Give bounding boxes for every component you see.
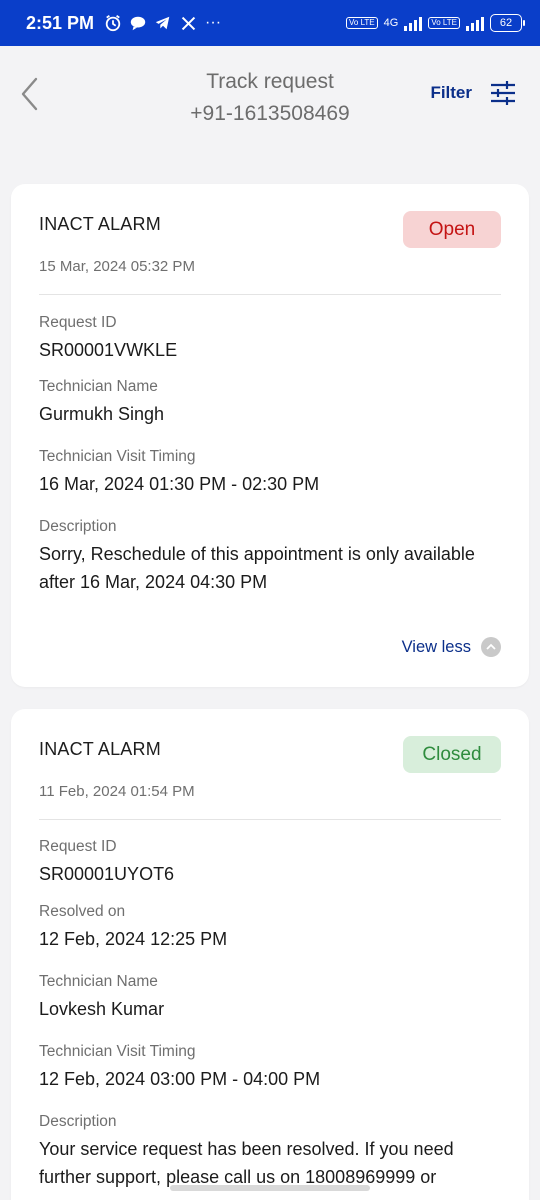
field-visit-timing: Technician Visit Timing 16 Mar, 2024 01:… — [39, 447, 501, 498]
field-label: Technician Name — [39, 378, 158, 395]
field-label: Request ID — [39, 314, 117, 331]
volte-badge-2: Vo LTE — [428, 17, 460, 29]
view-less-label: View less — [401, 637, 471, 656]
more-notifications-icon: ··· — [205, 14, 222, 31]
volte-badge-1: Vo LTE — [346, 17, 378, 29]
network-type: 4G — [383, 17, 399, 29]
field-label: Request ID — [39, 838, 117, 855]
request-date: 11 Feb, 2024 01:54 PM — [39, 783, 195, 800]
field-technician-name: Technician Name Gurmukh Singh — [39, 377, 501, 428]
chevron-up-icon — [481, 637, 501, 657]
signal-icon-2 — [466, 15, 484, 31]
field-value: 12 Feb, 2024 03:00 PM - 04:00 PM — [39, 1069, 321, 1089]
field-resolved-on: Resolved on 12 Feb, 2024 12:25 PM — [39, 902, 501, 953]
field-description: Description Your service request has bee… — [39, 1112, 501, 1191]
field-value: Gurmukh Singh — [39, 404, 165, 424]
service-title: INACT ALARM — [39, 739, 161, 759]
field-value: SR00001VWKLE — [39, 340, 178, 360]
sliders-icon — [491, 81, 515, 105]
field-label: Resolved on — [39, 903, 126, 920]
status-badge: Open — [403, 211, 501, 248]
view-less-button[interactable]: View less — [402, 637, 501, 657]
x-icon — [177, 12, 199, 34]
field-visit-timing: Technician Visit Timing 12 Feb, 2024 03:… — [39, 1042, 501, 1093]
app-header: Track request +91-1613508469 Filter — [0, 46, 540, 146]
field-request-id: Request ID SR00001UYOT6 — [39, 837, 501, 888]
request-card: INACT ALARM Closed 11 Feb, 2024 01:54 PM… — [11, 709, 529, 1200]
field-value: Your service request has been resolved. … — [39, 1139, 454, 1187]
filter-button[interactable]: Filter — [430, 80, 516, 106]
field-technician-name: Technician Name Lovkesh Kumar — [39, 972, 501, 1023]
status-time: 2:51 PM — [26, 12, 95, 33]
status-bar: 2:51 PM ··· Vo LTE 4G Vo LTE 62 — [0, 0, 540, 46]
request-date: 15 Mar, 2024 05:32 PM — [39, 258, 195, 275]
field-value: 16 Mar, 2024 01:30 PM - 02:30 PM — [39, 474, 320, 494]
telegram-icon — [152, 12, 174, 34]
status-right-group: Vo LTE 4G Vo LTE 62 — [346, 14, 525, 32]
field-label: Technician Visit Timing — [39, 1043, 196, 1060]
field-value: Sorry, Reschedule of this appointment is… — [39, 544, 475, 592]
request-card: INACT ALARM Open 15 Mar, 2024 05:32 PM R… — [11, 184, 529, 687]
divider — [39, 819, 501, 820]
field-value: SR00001UYOT6 — [39, 864, 175, 884]
field-description: Description Sorry, Reschedule of this ap… — [39, 517, 501, 596]
field-value: 12 Feb, 2024 12:25 PM — [39, 929, 228, 949]
field-label: Description — [39, 1113, 117, 1130]
chat-bubble-icon — [127, 12, 149, 34]
field-request-id: Request ID SR00001VWKLE — [39, 313, 501, 364]
filter-label: Filter — [430, 83, 472, 102]
signal-icon-1 — [404, 15, 423, 31]
battery-icon: 62 — [490, 14, 525, 32]
alarm-clock-icon — [102, 12, 124, 34]
field-label: Technician Visit Timing — [39, 448, 196, 465]
field-value: Lovkesh Kumar — [39, 999, 165, 1019]
status-badge: Closed — [403, 736, 501, 773]
field-label: Description — [39, 518, 117, 535]
divider — [39, 294, 501, 295]
home-indicator[interactable] — [170, 1185, 370, 1191]
service-title: INACT ALARM — [39, 214, 161, 234]
field-label: Technician Name — [39, 973, 158, 990]
